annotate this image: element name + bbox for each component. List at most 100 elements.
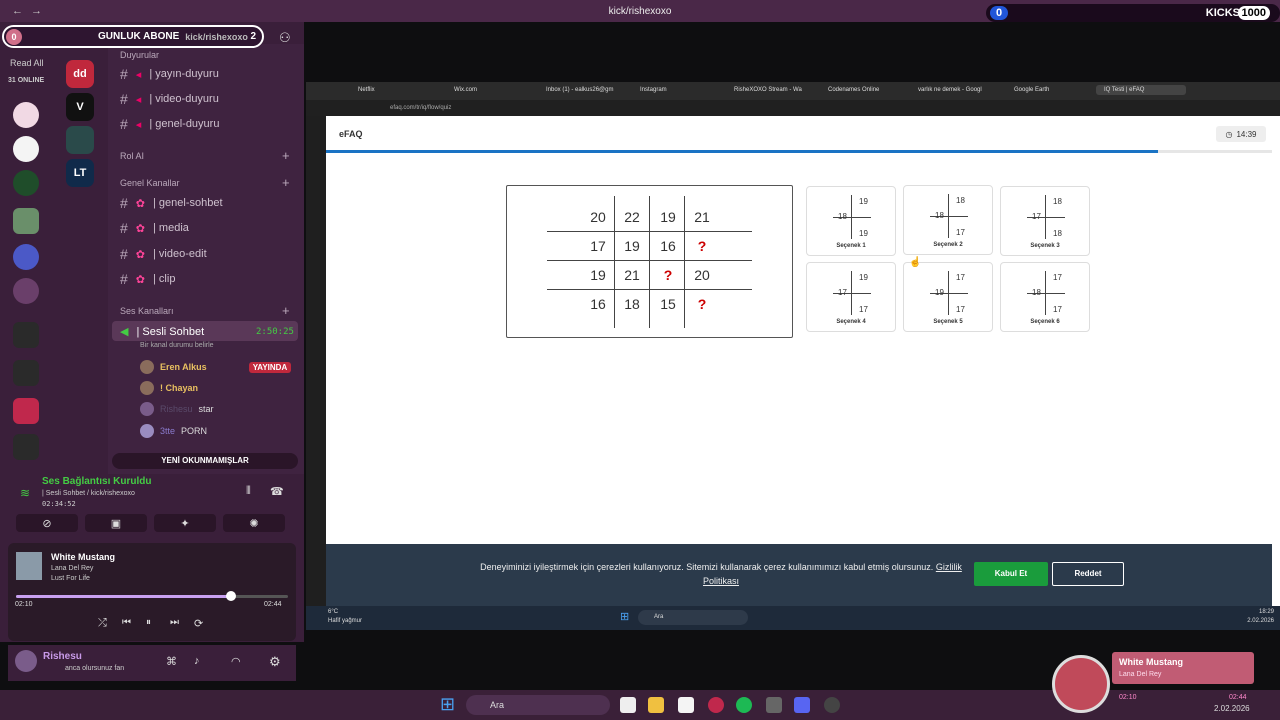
connection-sub[interactable]: | Sesli Sohbet / kick/rishexoxo bbox=[42, 490, 135, 497]
repeat-icon[interactable]: ⟳ bbox=[194, 617, 203, 630]
seek-handle[interactable] bbox=[225, 591, 236, 601]
browser-tab-active[interactable]: IQ Testi | eFAQ bbox=[1096, 85, 1186, 95]
add-member-icon[interactable]: ⚇ bbox=[279, 30, 291, 46]
server-icon[interactable]: V bbox=[66, 93, 94, 121]
store-icon[interactable] bbox=[678, 697, 694, 713]
spotify-icon[interactable] bbox=[736, 697, 752, 713]
voice-channel[interactable]: ◀ | Sesli Sohbet bbox=[120, 325, 204, 339]
obs-icon[interactable] bbox=[824, 697, 840, 713]
accept-button[interactable]: Kabul Et bbox=[974, 562, 1048, 586]
server-icon[interactable]: LT bbox=[66, 159, 94, 187]
voice-user[interactable]: ! Chayan bbox=[140, 381, 198, 395]
server-icon[interactable] bbox=[13, 136, 39, 162]
channel-video-edit[interactable]: # ✿ | video-edit bbox=[120, 246, 207, 262]
pause-icon[interactable]: ⏸ bbox=[146, 617, 151, 628]
grid-cell: 16 bbox=[660, 238, 676, 254]
microphone-icon[interactable]: ♪ bbox=[194, 655, 200, 667]
browser-tab[interactable]: Wix.com bbox=[454, 87, 477, 93]
option-left: 17 bbox=[838, 288, 847, 297]
server-icon[interactable] bbox=[13, 244, 39, 270]
server-icon[interactable] bbox=[13, 322, 39, 348]
app-icon[interactable] bbox=[766, 697, 782, 713]
taskbar-search[interactable]: Ara bbox=[466, 695, 610, 715]
server-icon[interactable] bbox=[13, 208, 39, 234]
activities-button[interactable]: ✦ bbox=[154, 514, 216, 532]
taskbar-search[interactable]: Ara bbox=[638, 610, 748, 625]
browser-tab[interactable]: Instagram bbox=[640, 87, 667, 93]
voice-user[interactable]: Rishesu star bbox=[140, 402, 214, 416]
answer-option-2[interactable]: 18 18 17 Seçenek 2 bbox=[903, 185, 993, 255]
option-left: 18 bbox=[838, 212, 847, 221]
answer-option-5[interactable]: 17 19 17 Seçenek 5 bbox=[903, 262, 993, 332]
browser-tab[interactable]: Netflix bbox=[358, 87, 375, 93]
reject-button[interactable]: Reddet bbox=[1052, 562, 1124, 586]
channel-status-hint[interactable]: Bir kanal durumu belirle bbox=[140, 342, 214, 349]
browser-tab[interactable]: Inbox (1) - ealkus26@gm bbox=[546, 87, 613, 93]
shuffle-icon[interactable]: ⤮ bbox=[98, 617, 107, 630]
windows-start-icon[interactable]: ⊞ bbox=[440, 694, 455, 715]
soundboard-button[interactable]: ✺ bbox=[223, 514, 285, 532]
server-icon[interactable] bbox=[66, 126, 94, 154]
browser-tab[interactable]: RisheXOXO Stream - Wa bbox=[734, 87, 802, 93]
gamepad-icon[interactable]: ⌘ bbox=[166, 655, 177, 668]
camera-off-button[interactable]: ⊘ bbox=[16, 514, 78, 532]
server-icon[interactable] bbox=[13, 398, 39, 424]
unread-banner[interactable]: YENİ OKUNMAMIŞLAR bbox=[112, 453, 298, 469]
connection-title: Ses Bağlantısı Kuruldu bbox=[42, 476, 152, 487]
screen-share-button[interactable]: ▣ bbox=[85, 514, 147, 532]
voice-user[interactable]: 3tte PORN bbox=[140, 424, 207, 438]
avatar[interactable] bbox=[15, 650, 37, 672]
channel-media[interactable]: # ✿ | media bbox=[120, 220, 189, 236]
add-channel-icon[interactable]: + bbox=[282, 175, 290, 190]
mouse-cursor-icon: ☝ bbox=[909, 257, 922, 268]
channel-video-duyuru[interactable]: # ◂ | video-duyuru bbox=[120, 91, 219, 107]
hash-icon: # bbox=[120, 246, 128, 262]
folder-icon[interactable] bbox=[648, 697, 664, 713]
gear-icon[interactable]: ⚙ bbox=[269, 654, 281, 670]
add-channel-icon[interactable]: + bbox=[282, 303, 290, 318]
server-icon[interactable] bbox=[13, 102, 39, 128]
grid-cell-missing: ? bbox=[697, 296, 707, 312]
track-artist: Lana Del Rey bbox=[51, 565, 94, 572]
channel-genel-duyuru[interactable]: # ◂ | genel-duyuru bbox=[120, 116, 219, 132]
previous-icon[interactable]: ⏮ bbox=[122, 617, 131, 628]
hash-icon: # bbox=[120, 116, 128, 132]
browser-tab[interactable]: Codenames Online bbox=[828, 87, 879, 93]
headphones-icon[interactable]: ◠ bbox=[231, 655, 241, 668]
noise-suppression-icon[interactable]: ⦀ bbox=[246, 485, 251, 498]
answer-option-4[interactable]: 19 17 17 Seçenek 4 bbox=[806, 262, 896, 332]
disconnect-icon[interactable]: ☎ bbox=[270, 485, 284, 498]
server-icon[interactable] bbox=[13, 278, 39, 304]
task-view-icon[interactable] bbox=[620, 697, 636, 713]
server-icon[interactable] bbox=[13, 434, 39, 460]
channel-clip[interactable]: # ✿ | clip bbox=[120, 271, 175, 287]
answer-option-1[interactable]: 19 18 19 Seçenek 1 bbox=[806, 186, 896, 256]
channel-label: | genel-duyuru bbox=[149, 118, 220, 130]
url-text[interactable]: efaq.com/tr/iq/flow/quiz bbox=[390, 105, 451, 111]
server-icon[interactable]: dd bbox=[66, 60, 94, 88]
server-icon[interactable] bbox=[13, 360, 39, 386]
server-icon[interactable] bbox=[13, 170, 39, 196]
opera-icon[interactable] bbox=[708, 697, 724, 713]
signal-icon[interactable]: ≋ bbox=[20, 486, 30, 500]
category-genel-kanallar[interactable]: Genel Kanallar bbox=[120, 178, 180, 188]
channel-label: | clip bbox=[153, 273, 176, 285]
browser-tab[interactable]: Google Earth bbox=[1014, 87, 1049, 93]
answer-option-6[interactable]: 17 18 17 Seçenek 6 bbox=[1000, 262, 1090, 332]
category-ses-kanallari[interactable]: Ses Kanalları bbox=[120, 306, 174, 316]
channel-yayin-duyuru[interactable]: # ◂ | yayın-duyuru bbox=[120, 66, 219, 82]
browser-tab[interactable]: varlık ne demek - Googl bbox=[918, 87, 982, 93]
discord-icon[interactable] bbox=[794, 697, 810, 713]
answer-option-3[interactable]: 18 17 18 Seçenek 3 bbox=[1000, 186, 1090, 256]
read-all-button[interactable]: Read All bbox=[10, 58, 44, 68]
category-rol-ai[interactable]: Rol AI bbox=[120, 151, 144, 161]
category-duyurular[interactable]: Duyurular bbox=[120, 50, 159, 60]
flower-icon: ✿ bbox=[135, 248, 146, 261]
seek-bar[interactable] bbox=[16, 595, 288, 598]
next-icon[interactable]: ⏭ bbox=[170, 617, 179, 628]
efaq-logo[interactable]: eFAQ bbox=[339, 129, 363, 139]
windows-start-icon[interactable]: ⊞ bbox=[620, 610, 629, 623]
add-channel-icon[interactable]: + bbox=[282, 148, 290, 163]
channel-genel-sohbet[interactable]: # ✿ | genel-sohbet bbox=[120, 195, 223, 211]
voice-user[interactable]: Eren Alkus YAYINDA bbox=[140, 360, 292, 374]
